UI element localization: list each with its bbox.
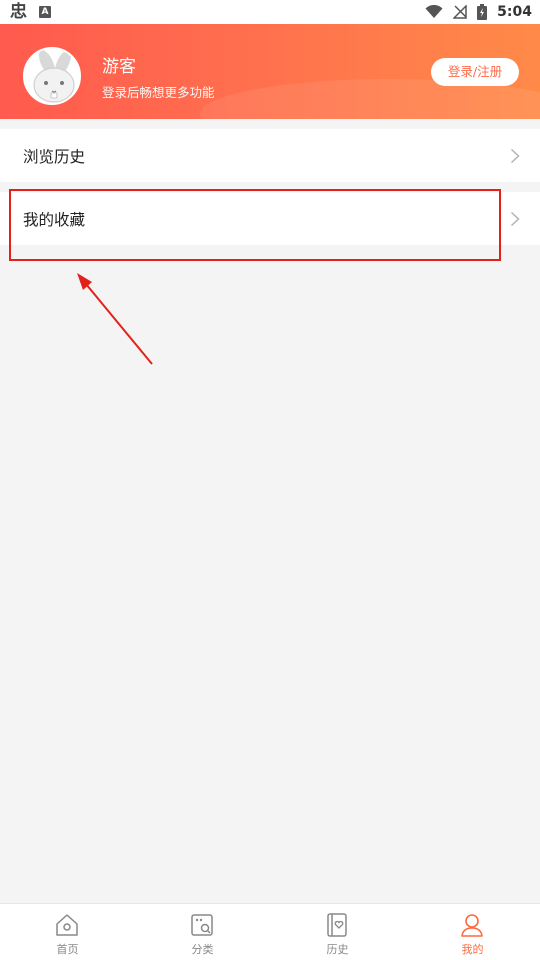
avatar[interactable]	[23, 47, 81, 105]
battery-charging-icon	[477, 4, 488, 20]
tab-category-label: 分类	[191, 943, 214, 956]
tab-history-label: 历史	[326, 943, 349, 956]
wifi-icon	[425, 5, 443, 18]
no-signal-icon	[453, 5, 467, 19]
tab-home[interactable]: 首页	[0, 904, 135, 960]
username: 游客	[102, 57, 136, 77]
tab-history[interactable]: 历史	[270, 904, 405, 960]
menu-item-browse-history[interactable]: 浏览历史	[0, 129, 540, 182]
annotation-highlight-box	[9, 189, 501, 261]
tab-home-label: 首页	[56, 943, 79, 956]
chevron-right-icon	[510, 211, 520, 227]
profile-icon	[461, 914, 483, 937]
tab-category[interactable]: 分类	[135, 904, 270, 960]
tab-profile[interactable]: 我的	[405, 904, 540, 960]
bottom-navigation: 首页 分类 历史 我的	[0, 903, 540, 960]
notification-a-icon: A	[39, 6, 51, 18]
category-icon	[191, 914, 213, 936]
chevron-right-icon	[510, 148, 520, 164]
clock: 5:04	[497, 4, 532, 20]
tab-profile-label: 我的	[461, 943, 484, 956]
status-bar: 忠 A 5:04	[0, 0, 540, 24]
login-hint: 登录后畅想更多功能	[102, 85, 215, 100]
app-notification-icon: 忠	[10, 2, 27, 22]
history-icon	[327, 913, 347, 937]
rabbit-avatar-icon	[25, 49, 79, 103]
login-register-button[interactable]: 登录/注册	[431, 58, 519, 86]
home-icon	[56, 914, 78, 936]
menu-item-label: 浏览历史	[23, 148, 86, 166]
profile-header: 游客 登录后畅想更多功能 登录/注册	[0, 24, 540, 119]
